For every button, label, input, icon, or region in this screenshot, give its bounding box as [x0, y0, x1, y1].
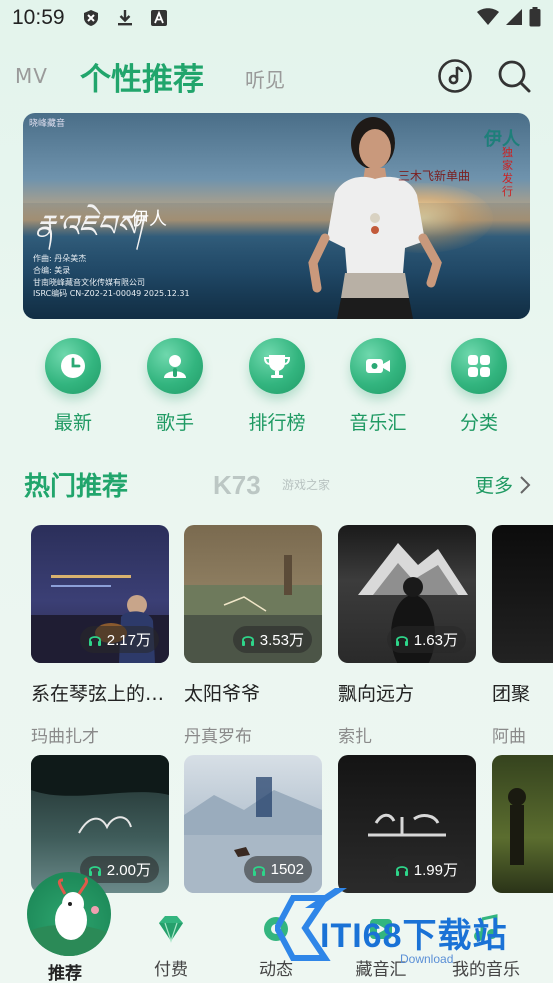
battery-icon — [529, 7, 541, 27]
more-label: 更多 — [474, 475, 513, 497]
tab-recommend[interactable]: 个性推荐 — [80, 54, 204, 99]
quick-item-label: 音乐汇 — [349, 412, 407, 434]
music-disc-icon[interactable] — [437, 58, 473, 94]
singer-icon — [147, 338, 203, 394]
banner-credit: 作曲: 丹朵美杰 — [33, 254, 87, 263]
headphones-icon — [252, 865, 265, 876]
headphones-icon — [88, 635, 101, 646]
playlist-card[interactable]: 1.63万 飘向远方 索扎 — [338, 525, 476, 747]
play-count: 1502 — [270, 861, 304, 878]
search-icon[interactable] — [496, 58, 532, 94]
playlist-cover: 1.63万 — [338, 525, 476, 663]
status-right-group — [477, 7, 541, 27]
headphones-icon — [241, 635, 254, 646]
play-count: 2.00万 — [106, 862, 151, 879]
headphones-icon — [395, 865, 408, 876]
diamond-icon — [159, 916, 183, 943]
playlist-card[interactable]: 1502 — [184, 755, 322, 893]
playlist-cover: 1502 — [184, 755, 322, 893]
playlist-title: 太阳爷爷 — [184, 683, 261, 705]
playlist-cover: 3.53万 — [184, 525, 322, 663]
playlist-cover — [492, 755, 553, 893]
mascot-avatar[interactable] — [27, 872, 111, 956]
playlist-card[interactable] — [492, 755, 553, 893]
watermark-sub: Download — [400, 952, 454, 966]
quick-item-latest[interactable]: 最新 — [33, 338, 113, 435]
headphones-icon — [88, 865, 101, 876]
section-title: 热门推荐 — [24, 472, 129, 502]
playlist-card[interactable]: 2.00万 — [31, 755, 169, 893]
playlist-title: 团聚 — [492, 683, 531, 705]
playlist-artist: 玛曲扎才 — [31, 727, 99, 747]
playlist-cover: 2.00万 — [31, 755, 169, 893]
playlist-title: 飘向远方 — [338, 683, 415, 705]
banner-credit: ISRC编码 CN-Z02-21-00049 2025.12.31 — [33, 289, 190, 298]
nav-label: 付费 — [154, 960, 188, 980]
playlist-artist: 索扎 — [338, 727, 372, 747]
banner-brand: 晓峰藏音 — [29, 119, 66, 129]
banner-subtitle: 独家发行 — [502, 146, 513, 198]
playlist-cover: 2.17万 — [31, 525, 169, 663]
shield-icon — [84, 10, 98, 26]
play-count-badge: 3.53万 — [232, 626, 312, 653]
banner-credit: 甘南晓峰藏音文化传媒有限公司 — [33, 278, 145, 287]
status-time: 10:59 — [12, 6, 65, 29]
banner-title-left: 伊人 — [131, 209, 167, 230]
nav-label: 推荐 — [48, 964, 82, 983]
grid-icon — [451, 338, 507, 394]
nav-item-paid[interactable]: 付费 — [126, 905, 216, 980]
watermark-k73-sub: 游戏之家 — [282, 478, 331, 492]
playlist-artist: 阿曲 — [492, 727, 526, 747]
playlist-cover — [492, 525, 553, 663]
banner-tag: 三木飞新单曲 — [398, 169, 471, 183]
play-count-badge: 1.63万 — [386, 626, 466, 653]
more-link[interactable]: 更多 — [475, 471, 531, 498]
quick-item-music-hub[interactable]: 音乐汇 — [338, 338, 418, 435]
headphones-icon — [395, 635, 408, 646]
play-count-badge: 2.17万 — [79, 626, 159, 653]
quick-item-category[interactable]: 分类 — [439, 338, 519, 435]
play-count-badge: 1.99万 — [386, 856, 466, 883]
quick-item-label: 最新 — [53, 412, 92, 434]
play-count: 1.63万 — [413, 632, 458, 649]
play-count: 2.17万 — [106, 632, 151, 649]
playlist-card[interactable]: 团聚 阿曲 — [492, 525, 553, 747]
play-count: 3.53万 — [259, 632, 304, 649]
playlist-card[interactable]: 3.53万 太阳爷爷 丹真罗布 — [184, 525, 322, 747]
trophy-icon — [249, 338, 305, 394]
playlist-title: 系在琴弦上的… — [31, 683, 165, 705]
playlist-card[interactable]: 2.17万 系在琴弦上的… 玛曲扎才 — [31, 525, 169, 747]
tab-listen[interactable]: 听见 — [245, 64, 285, 93]
a-font-icon — [151, 10, 167, 26]
wifi-icon — [477, 8, 499, 25]
watermark-k73: K73 — [213, 470, 261, 500]
quick-item-label: 排行榜 — [248, 412, 306, 434]
play-count: 1.99万 — [413, 862, 458, 879]
quick-item-label: 歌手 — [155, 412, 194, 434]
playlist-card[interactable]: 1.99万 — [338, 755, 476, 893]
quick-item-label: 分类 — [459, 412, 498, 434]
status-bar: 10:59 — [0, 0, 553, 36]
download-icon — [118, 10, 132, 26]
tab-mv[interactable]: MV — [15, 64, 48, 88]
chevron-right-icon — [520, 475, 531, 494]
play-count-badge: 1502 — [243, 856, 312, 883]
cell-signal-icon — [506, 9, 522, 25]
watermark-text: ITI68下载站 — [320, 917, 508, 955]
video-icon — [350, 338, 406, 394]
banner-credit: 合编: 美录 — [33, 266, 71, 275]
banner-carousel[interactable]: 晓峰藏音 རྣ་འཇེབས། 伊人 作曲: 丹朵美杰 合编: 美录 甘南晓峰藏音… — [23, 113, 530, 319]
clock-icon — [45, 338, 101, 394]
playlist-cover: 1.99万 — [338, 755, 476, 893]
quick-item-singer[interactable]: 歌手 — [135, 338, 215, 435]
quick-item-chart[interactable]: 排行榜 — [237, 338, 317, 435]
playlist-artist: 丹真罗布 — [184, 727, 252, 747]
singer-photo — [308, 117, 442, 319]
quick-menu: 最新 歌手 排行榜 音乐汇 分类 — [0, 338, 553, 438]
